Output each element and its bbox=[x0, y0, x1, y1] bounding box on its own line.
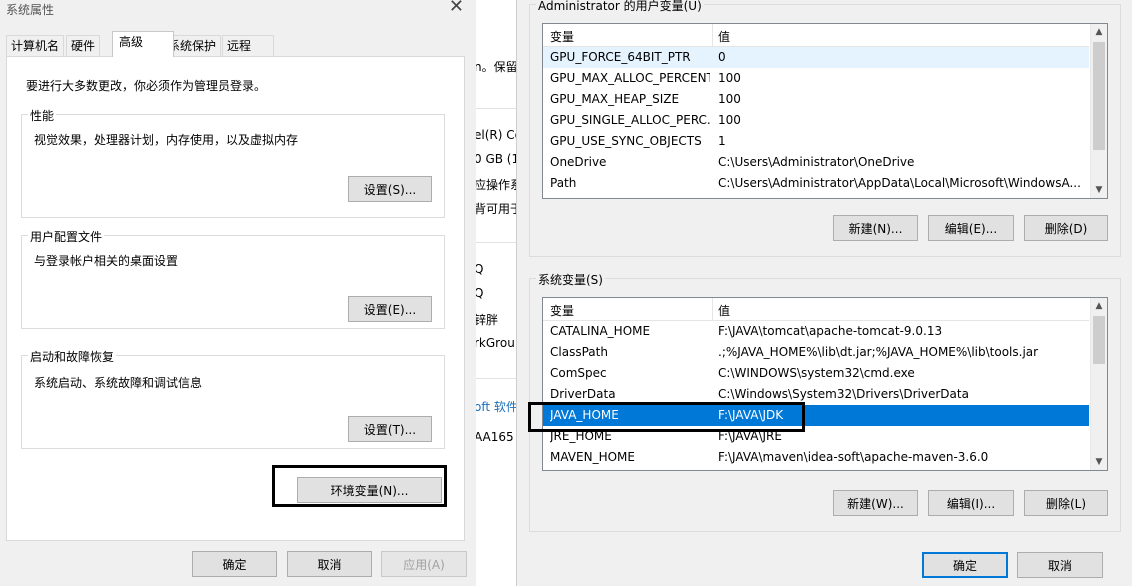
variable-name: GPU_SINGLE_ALLOC_PERC... bbox=[550, 113, 710, 127]
variable-value: 100 bbox=[718, 113, 741, 127]
system-properties-dialog: 系统属性 ✕ 计算机名 硬件 高级 系统保护 远程 要进行大多数更改，你必须作为… bbox=[0, 0, 477, 586]
env-cancel-button[interactable]: 取消 bbox=[1017, 552, 1103, 578]
background-text: 背可用于 bbox=[476, 202, 516, 216]
tab-remote[interactable]: 远程 bbox=[222, 35, 274, 56]
variable-name: GPU_USE_SYNC_OBJECTS bbox=[550, 134, 702, 148]
scroll-up-icon[interactable]: ▲ bbox=[1091, 298, 1107, 314]
table-row[interactable]: GPU_USE_SYNC_OBJECTS 1 bbox=[543, 131, 1089, 152]
scroll-thumb[interactable] bbox=[1093, 42, 1105, 150]
table-row[interactable]: GPU_MAX_ALLOC_PERCENT 100 bbox=[543, 68, 1089, 89]
background-link: oft 软件 bbox=[476, 400, 516, 414]
background-text: n。保留 bbox=[476, 60, 516, 74]
variable-name: GPU_MAX_ALLOC_PERCENT bbox=[550, 71, 710, 85]
system-variables-label: 系统变量(S) bbox=[536, 271, 605, 288]
advanced-tab-panel: 要进行大多数更改，你必须作为管理员登录。 性能 视觉效果，处理器计划，内存使用，… bbox=[6, 56, 465, 541]
startup-recovery-desc: 系统启动、系统故障和调试信息 bbox=[34, 376, 203, 390]
user-profiles-settings-button[interactable]: 设置(E)... bbox=[348, 296, 432, 322]
scroll-down-icon[interactable]: ▼ bbox=[1091, 182, 1107, 198]
user-variables-list: 变量 值 GPU_FORCE_64BIT_PTR 0 GPU_MAX_ALLOC_P… bbox=[542, 23, 1108, 199]
background-text: el(R) Co bbox=[476, 128, 516, 142]
variable-value: F:\JAVA\maven\idea-soft\apache-maven-3.6… bbox=[718, 450, 989, 464]
variable-name: MAVEN_HOME bbox=[550, 450, 635, 464]
environment-variables-dialog: Administrator 的用户变量(U) 变量 值 GPU_FORCE_64… bbox=[516, 0, 1132, 586]
ok-button[interactable]: 确定 bbox=[192, 551, 277, 577]
header-value[interactable]: 值 bbox=[718, 302, 730, 319]
background-text: Q bbox=[476, 286, 484, 300]
background-window: n。保留 el(R) Co 0 GB (1 应操作系 背可用于 Q Q 锌胖 r… bbox=[476, 0, 516, 586]
table-row[interactable]: GPU_SINGLE_ALLOC_PERC... 100 bbox=[543, 110, 1089, 131]
scroll-up-icon[interactable]: ▲ bbox=[1091, 24, 1107, 40]
performance-label: 性能 bbox=[28, 107, 57, 124]
variable-name: OneDrive bbox=[550, 155, 607, 169]
startup-recovery-group: 启动和故障恢复 系统启动、系统故障和调试信息 设置(T)... bbox=[21, 348, 445, 449]
table-row[interactable]: ClassPath .;%JAVA_HOME%\lib\dt.jar;%JAVA_… bbox=[543, 342, 1089, 363]
variable-value: C:\Users\Administrator\AppData\Local\Mic… bbox=[718, 176, 1081, 190]
user-list-scrollbar[interactable]: ▲ ▼ bbox=[1090, 24, 1107, 198]
env-ok-button[interactable]: 确定 bbox=[922, 552, 1008, 578]
performance-desc: 视觉效果，处理器计划，内存使用，以及虚拟内存 bbox=[34, 133, 299, 147]
table-row[interactable]: GPU_FORCE_64BIT_PTR 0 bbox=[543, 47, 1089, 68]
variable-name: CATALINA_HOME bbox=[550, 324, 651, 338]
cancel-button[interactable]: 取消 bbox=[287, 551, 372, 577]
variable-name: GPU_FORCE_64BIT_PTR bbox=[550, 50, 691, 64]
java-home-highlight bbox=[528, 402, 805, 432]
system-variables-list: 变量 值 CATALINA_HOME F:\JAVA\tomcat\apache-… bbox=[542, 297, 1108, 471]
table-row[interactable]: GPU_MAX_HEAP_SIZE 100 bbox=[543, 89, 1089, 110]
table-row[interactable]: ComSpec C:\WINDOWS\system32\cmd.exe bbox=[543, 363, 1089, 384]
user-profiles-label: 用户配置文件 bbox=[28, 228, 105, 245]
variable-name: ClassPath bbox=[550, 345, 608, 359]
background-text: Q bbox=[476, 262, 484, 276]
background-text: AA165 bbox=[476, 430, 514, 444]
apply-button: 应用(A) bbox=[381, 551, 467, 577]
background-text: rkGrou bbox=[476, 336, 515, 350]
variable-value: 0 bbox=[718, 50, 726, 64]
variable-value: C:\WINDOWS\system32\cmd.exe bbox=[718, 366, 915, 380]
user-variables-label: Administrator 的用户变量(U) bbox=[536, 0, 704, 14]
variable-value: 1 bbox=[718, 134, 726, 148]
variable-name: Path bbox=[550, 176, 577, 190]
tab-hardware[interactable]: 硬件 bbox=[66, 35, 101, 56]
dialog-title: 系统属性 bbox=[6, 3, 55, 17]
system-edit-button[interactable]: 编辑(I)... bbox=[928, 490, 1014, 516]
admin-notice: 要进行大多数更改，你必须作为管理员登录。 bbox=[26, 79, 267, 93]
header-value[interactable]: 值 bbox=[718, 28, 730, 45]
variable-value: F:\JAVA\tomcat\apache-tomcat-9.0.13 bbox=[718, 324, 943, 338]
system-list-scrollbar[interactable]: ▲ ▼ bbox=[1090, 298, 1107, 470]
user-variables-group: Administrator 的用户变量(U) 变量 值 GPU_FORCE_64… bbox=[529, 0, 1121, 257]
background-text: 0 GB (1 bbox=[476, 152, 516, 166]
performance-group: 性能 视觉效果，处理器计划，内存使用，以及虚拟内存 设置(S)... bbox=[21, 107, 445, 218]
variable-name: GPU_MAX_HEAP_SIZE bbox=[550, 92, 680, 106]
table-row[interactable]: MAVEN_HOME F:\JAVA\maven\idea-soft\apache… bbox=[543, 447, 1089, 468]
user-delete-button[interactable]: 删除(D) bbox=[1024, 215, 1108, 241]
startup-recovery-settings-button[interactable]: 设置(T)... bbox=[348, 416, 432, 442]
header-variable[interactable]: 变量 bbox=[550, 28, 574, 45]
scroll-down-icon[interactable]: ▼ bbox=[1091, 454, 1107, 470]
list-header: 变量 值 bbox=[543, 24, 1089, 47]
variable-value: C:\Users\Administrator\OneDrive bbox=[718, 155, 915, 169]
tab-computer-name[interactable]: 计算机名 bbox=[6, 35, 65, 56]
variable-value: 100 bbox=[718, 71, 741, 85]
user-profiles-desc: 与登录帐户相关的桌面设置 bbox=[34, 254, 179, 268]
variable-value: 100 bbox=[718, 92, 741, 106]
variable-value: .;%JAVA_HOME%\lib\dt.jar;%JAVA_HOME%\lib… bbox=[718, 345, 1039, 359]
table-row[interactable]: CATALINA_HOME F:\JAVA\tomcat\apache-tomca… bbox=[543, 321, 1089, 342]
user-new-button[interactable]: 新建(N)... bbox=[833, 215, 918, 241]
close-icon[interactable]: ✕ bbox=[449, 0, 464, 16]
environment-variables-button[interactable]: 环境变量(N)... bbox=[297, 477, 442, 503]
table-row[interactable]: Path C:\Users\Administrator\AppData\Local… bbox=[543, 173, 1089, 194]
header-variable[interactable]: 变量 bbox=[550, 302, 574, 319]
background-text: 应操作系 bbox=[476, 178, 516, 192]
background-text: 锌胖 bbox=[476, 313, 499, 327]
startup-recovery-label: 启动和故障恢复 bbox=[28, 348, 117, 365]
list-header: 变量 值 bbox=[543, 298, 1089, 321]
system-new-button[interactable]: 新建(W)... bbox=[833, 490, 918, 516]
user-profiles-group: 用户配置文件 与登录帐户相关的桌面设置 设置(E)... bbox=[21, 228, 445, 329]
table-row[interactable]: OneDrive C:\Users\Administrator\OneDrive bbox=[543, 152, 1089, 173]
scroll-thumb[interactable] bbox=[1093, 316, 1105, 364]
performance-settings-button[interactable]: 设置(S)... bbox=[348, 176, 432, 202]
system-delete-button[interactable]: 删除(L) bbox=[1024, 490, 1108, 516]
user-edit-button[interactable]: 编辑(E)... bbox=[928, 215, 1014, 241]
tab-advanced[interactable]: 高级 bbox=[112, 31, 174, 57]
variable-name: ComSpec bbox=[550, 366, 607, 380]
